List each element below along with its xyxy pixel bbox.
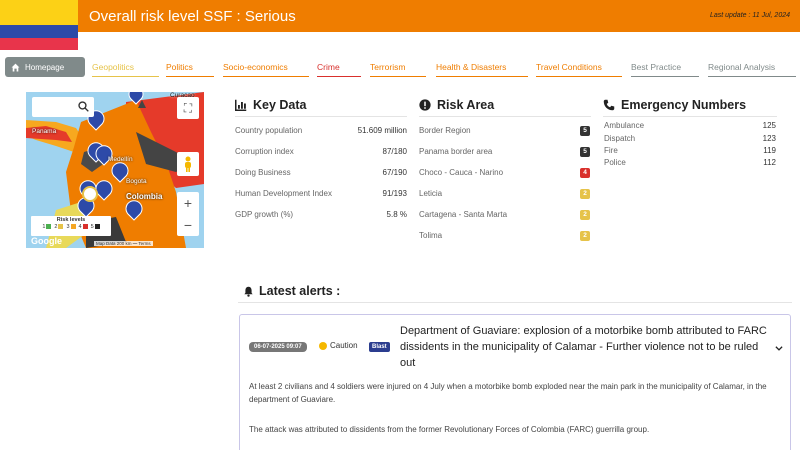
alert-level-label: Caution xyxy=(330,341,358,350)
bar-chart-icon xyxy=(235,99,247,111)
bell-icon xyxy=(244,286,253,297)
last-update: Last update : 11 Jul, 2024 xyxy=(709,12,790,19)
risk-area-label: Cartagena - Santa Marta xyxy=(419,210,508,219)
alert-paragraph: The attack was attributed to dissidents … xyxy=(249,425,650,434)
map-label-panama: Panama xyxy=(32,128,57,135)
legend-level-1: 1 xyxy=(42,224,52,230)
map-attribution[interactable]: Map Data 200 km ⎯⎯ Terms xyxy=(94,241,153,246)
map-label-colombia: Colombia xyxy=(126,192,163,201)
emergency-number: 119 xyxy=(763,146,776,155)
alert-card[interactable]: 06-07-2025 09:07 Caution Blast Departmen… xyxy=(239,314,791,450)
risk-area-label: Panama border area xyxy=(419,147,493,156)
key-data-label: Corruption index xyxy=(235,147,294,156)
alert-level: Caution xyxy=(319,341,358,350)
key-data-label: Doing Business xyxy=(235,168,291,177)
tab-politics[interactable]: Politics xyxy=(166,57,214,77)
emergency-numbers-title-text: Emergency Numbers xyxy=(621,98,747,112)
latest-alerts-title: Latest alerts : xyxy=(243,284,340,298)
map-label-bogota: Bogota xyxy=(126,178,147,185)
zoom-controls: + − xyxy=(177,192,199,236)
risk-map[interactable]: Curaçao Panama Medellín Bogota Colombia … xyxy=(26,92,204,248)
risk-level-badge: 5 xyxy=(580,147,590,157)
google-logo: Google xyxy=(31,236,62,246)
chevron-down-icon[interactable] xyxy=(774,343,784,353)
emergency-number: 125 xyxy=(762,121,776,130)
zoom-out-button[interactable]: − xyxy=(177,214,199,236)
key-data-label: Country population xyxy=(235,126,303,135)
alert-circle-icon xyxy=(419,99,431,111)
zoom-in-button[interactable]: + xyxy=(177,192,199,214)
main-nav: Homepage Geopolitics Politics Socio-econ… xyxy=(0,57,800,79)
tab-travel-conditions[interactable]: Travel Conditions xyxy=(536,57,622,77)
risk-area-label: Leticia xyxy=(419,189,443,198)
page-title: Overall risk level SSF : Serious xyxy=(89,8,296,25)
key-data-value: 91/193 xyxy=(382,189,407,198)
latest-alerts-title-text: Latest alerts : xyxy=(259,284,341,298)
phone-icon xyxy=(603,99,615,111)
divider xyxy=(238,302,792,303)
risk-area-title: Risk Area xyxy=(419,98,591,117)
alert-headline[interactable]: Department of Guaviare: explosion of a m… xyxy=(400,323,770,371)
emergency-label: Ambulance xyxy=(604,121,645,130)
tab-socio-economics[interactable]: Socio-economics xyxy=(223,57,309,77)
colombia-flag xyxy=(0,0,78,50)
emergency-label: Fire xyxy=(604,146,618,155)
key-data-label: GDP growth (%) xyxy=(235,210,294,219)
key-data-title-text: Key Data xyxy=(253,98,307,112)
risk-level-badge: 5 xyxy=(580,126,590,136)
risk-area-label: Choco - Cauca - Narino xyxy=(419,168,504,177)
risk-area-title-text: Risk Area xyxy=(437,98,495,112)
risk-level-badge: 2 xyxy=(580,231,590,241)
risk-level-badge: 2 xyxy=(580,189,590,199)
alert-date-badge: 06-07-2025 09:07 xyxy=(249,342,307,352)
emergency-label: Police xyxy=(604,158,626,167)
map-search-box[interactable] xyxy=(32,97,94,117)
emergency-number: 112 xyxy=(763,158,776,167)
tab-best-practice[interactable]: Best Practice xyxy=(631,57,699,77)
fullscreen-button[interactable]: ⛶ xyxy=(177,97,199,119)
key-data-value: 51.609 million xyxy=(357,126,407,135)
key-data-value: 87/180 xyxy=(382,147,407,156)
search-icon xyxy=(78,101,89,112)
street-view-pegman[interactable] xyxy=(177,152,199,176)
risk-level-badge: 2 xyxy=(580,210,590,220)
emergency-number: 123 xyxy=(762,134,776,143)
tab-health-disasters[interactable]: Health & Disasters xyxy=(436,57,528,77)
risk-level-badge: 4 xyxy=(580,168,590,178)
caution-dot-icon xyxy=(319,341,327,350)
tab-terrorism[interactable]: Terrorism xyxy=(370,57,426,77)
legend-level-3: 3 xyxy=(66,224,76,230)
legend-level-5: 5 xyxy=(91,224,100,230)
risk-legend: Risk levels 1 2 3 4 5 xyxy=(31,216,111,236)
header-bar: Overall risk level SSF : Serious Last up… xyxy=(0,0,800,32)
key-data-value: 5.8 % xyxy=(386,210,407,219)
key-data-value: 67/190 xyxy=(382,168,407,177)
legend-title: Risk levels xyxy=(56,217,86,223)
fullscreen-icon: ⛶ xyxy=(183,100,193,115)
key-data-label: Human Development Index xyxy=(235,189,332,198)
pegman-icon xyxy=(185,156,191,172)
emergency-label: Dispatch xyxy=(604,134,636,143)
key-data-title: Key Data xyxy=(235,98,407,117)
risk-area-label: Tolima xyxy=(419,231,443,240)
legend-level-2: 2 xyxy=(54,224,64,230)
tab-crime[interactable]: Crime xyxy=(317,57,361,77)
homepage-button[interactable]: Homepage xyxy=(5,57,85,77)
legend-level-4: 4 xyxy=(79,224,88,230)
map-label-medellin: Medellín xyxy=(108,156,133,163)
alert-paragraph: At least 2 civilians and 4 soldiers were… xyxy=(249,382,767,404)
homepage-label: Homepage xyxy=(25,62,65,72)
tab-regional-analysis[interactable]: Regional Analysis xyxy=(708,57,796,77)
home-icon xyxy=(11,63,20,71)
emergency-numbers-title: Emergency Numbers xyxy=(603,98,777,117)
tab-geopolitics[interactable]: Geopolitics xyxy=(92,57,159,77)
risk-area-label: Border Region xyxy=(419,126,471,135)
alert-tag: Blast xyxy=(369,342,390,352)
